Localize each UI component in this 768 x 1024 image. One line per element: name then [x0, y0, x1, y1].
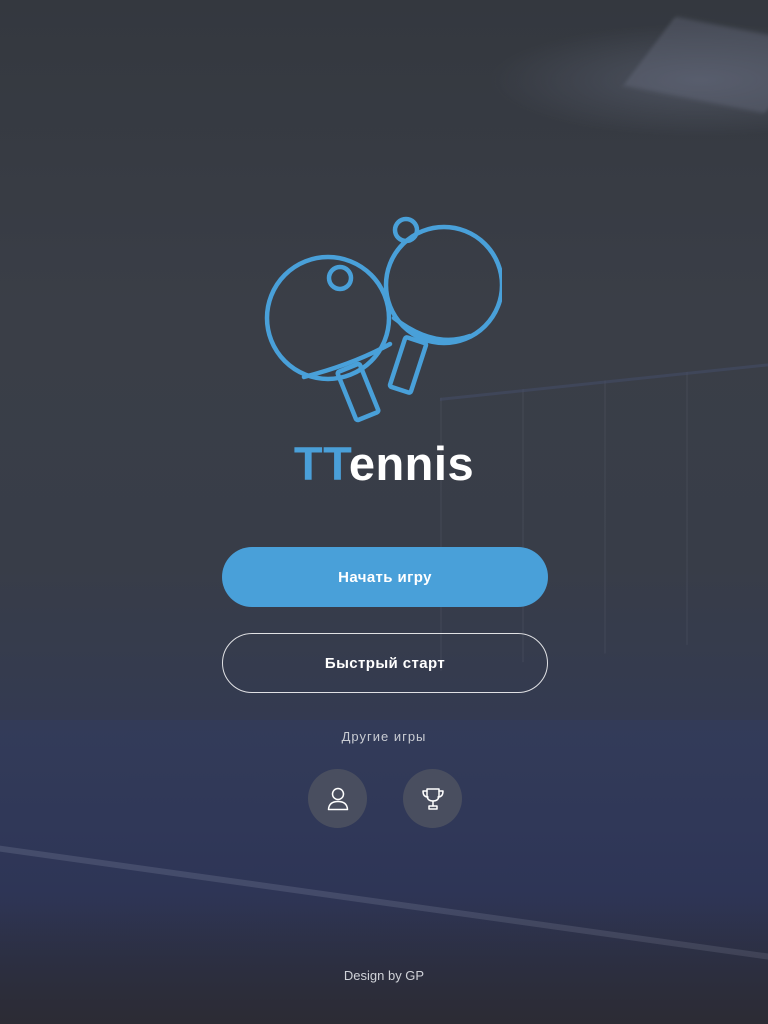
other-games-label: Другие игры: [341, 729, 427, 744]
user-icon: [327, 787, 348, 810]
app-title: TTennis: [0, 436, 768, 492]
start-screen: TTennis Начать игру Быстрый старт Другие…: [0, 0, 768, 1024]
start-game-button[interactable]: Начать игру: [222, 547, 548, 607]
quick-start-label: Быстрый старт: [324, 654, 446, 672]
quick-start-button[interactable]: Быстрый старт: [222, 633, 548, 693]
design-credit: Design by GP: [343, 968, 425, 983]
app-title-accent: TT: [293, 437, 349, 490]
player-button[interactable]: [308, 769, 367, 828]
trophy-button[interactable]: [403, 769, 462, 828]
trophy-icon: [421, 787, 444, 810]
paddles-icon: [264, 216, 502, 423]
start-game-label: Начать игру: [338, 568, 432, 586]
app-title-rest: ennis: [348, 437, 475, 490]
